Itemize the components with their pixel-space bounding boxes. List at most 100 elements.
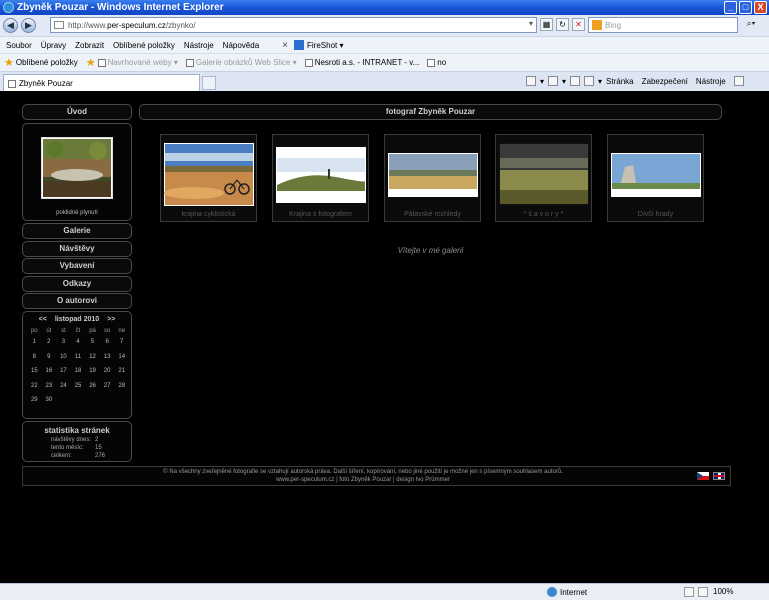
favorite-web-slice[interactable]: Galerie obrázků Web Slice ▾ <box>185 58 297 67</box>
calendar-prev[interactable]: << <box>39 316 47 323</box>
favorites-button[interactable]: Oblíbené položky <box>16 58 78 67</box>
calendar-month: listopad 2010 <box>54 316 100 323</box>
calendar-day[interactable]: 29 <box>27 394 42 409</box>
calendar-day[interactable]: 8 <box>27 351 42 366</box>
calendar-day[interactable]: 4 <box>71 336 86 351</box>
nav-links[interactable]: Odkazy <box>22 276 132 292</box>
nav-about-author[interactable]: O autorovi <box>22 293 132 309</box>
calendar-day[interactable]: 19 <box>85 365 100 380</box>
zoom-level[interactable]: 100% <box>713 587 733 596</box>
tab-favicon-icon <box>8 79 16 88</box>
nav-visits[interactable]: Návštěvy <box>22 241 132 257</box>
calendar-day[interactable]: 18 <box>71 365 86 380</box>
tools-menu[interactable]: Nástroje <box>696 77 726 86</box>
search-icon[interactable]: ⌕▾ <box>742 18 760 32</box>
calendar-day[interactable]: 6 <box>100 336 115 351</box>
menu-help[interactable]: Nápověda <box>223 41 259 50</box>
copyright-text: © Na všechny zveřejněné fotografie se vz… <box>163 469 563 475</box>
zoom-options-icon[interactable] <box>698 587 708 597</box>
ie-logo-icon <box>3 2 14 13</box>
gallery-thumb[interactable]: * š a v o r y * <box>495 134 592 222</box>
calendar-day[interactable]: 1 <box>27 336 42 351</box>
english-flag-icon[interactable] <box>713 472 725 480</box>
zone-label: Internet <box>560 587 588 597</box>
print-icon[interactable] <box>584 76 595 86</box>
page-menu[interactable]: Stránka <box>606 77 634 86</box>
calendar-day[interactable]: 11 <box>71 351 86 366</box>
calendar-day[interactable]: 17 <box>56 365 71 380</box>
calendar-day[interactable]: 26 <box>85 380 100 395</box>
menu-file[interactable]: Soubor <box>6 41 32 50</box>
address-input[interactable]: http://www. per-speculum.cz/zbynko/ ▾ <box>50 17 537 33</box>
calendar-day[interactable]: 5 <box>85 336 100 351</box>
tab-row: Zbyněk Pouzar ▾ ▾ ▾ Stránka Zabezpečení … <box>0 71 769 92</box>
menu-view[interactable]: Zobrazit <box>75 41 104 50</box>
search-placeholder: Bing <box>605 20 622 30</box>
calendar-day[interactable]: 7 <box>114 336 129 351</box>
search-input[interactable]: Bing <box>588 17 738 33</box>
compat-view-icon[interactable]: ▦ <box>540 18 553 31</box>
czech-flag-icon[interactable] <box>697 472 709 480</box>
maximize-button[interactable]: □ <box>739 1 752 14</box>
protected-mode-icon[interactable] <box>684 587 694 597</box>
favorite-label: no <box>437 58 447 67</box>
calendar-day[interactable]: 22 <box>27 380 42 395</box>
calendar-day[interactable]: 15 <box>27 365 42 380</box>
favorite-no[interactable]: no <box>427 58 446 67</box>
gallery-thumb[interactable]: krajina cyklistická <box>160 134 257 222</box>
close-button[interactable]: X <box>754 1 767 14</box>
nav-gallery[interactable]: Galerie <box>22 223 132 239</box>
url-prefix: http://www. <box>68 20 108 30</box>
back-button[interactable]: ◀ <box>3 18 18 33</box>
calendar-day[interactable]: 10 <box>56 351 71 366</box>
menu-tools[interactable]: Nástroje <box>184 41 214 50</box>
stop-icon[interactable]: ✕ <box>572 18 585 31</box>
calendar-day[interactable]: 21 <box>114 365 129 380</box>
tab-zbynek-pouzar[interactable]: Zbyněk Pouzar <box>3 74 200 92</box>
calendar-day[interactable]: 9 <box>42 351 57 366</box>
mail-icon[interactable] <box>570 76 581 86</box>
fireshot-button[interactable]: FireShot ▾ <box>294 40 343 50</box>
forward-button[interactable]: ▶ <box>21 18 36 33</box>
home-icon[interactable] <box>526 76 536 86</box>
minimize-button[interactable]: _ <box>724 1 737 14</box>
calendar-day[interactable]: 20 <box>100 365 115 380</box>
gallery-thumb[interactable]: Dívčí hrady <box>607 134 704 222</box>
calendar-day[interactable]: 3 <box>56 336 71 351</box>
gallery-thumb[interactable]: Krajina s fotografem <box>272 134 369 222</box>
gallery-thumb-label: krajina cyklistická <box>181 211 236 218</box>
menu-favorites[interactable]: Oblíbené položky <box>113 41 175 50</box>
favorites-star-icon[interactable]: ★ <box>4 56 14 69</box>
calendar-day[interactable]: 2 <box>42 336 57 351</box>
favorite-intranet[interactable]: Nesroti a.s. - INTRANET - v... <box>304 58 419 67</box>
refresh-icon[interactable]: ↻ <box>556 18 569 31</box>
bing-icon <box>592 20 602 30</box>
new-tab-button[interactable] <box>202 76 216 90</box>
calendar-day[interactable]: 16 <box>42 365 57 380</box>
nav-home[interactable]: Úvod <box>22 104 132 120</box>
toolbar-close-icon[interactable]: × <box>282 40 288 51</box>
calendar-day[interactable]: 14 <box>114 351 129 366</box>
calendar-next[interactable]: >> <box>107 316 115 323</box>
security-zone[interactable]: Internet <box>547 587 587 597</box>
menu-edit[interactable]: Úpravy <box>41 41 66 50</box>
calendar-day[interactable]: 27 <box>100 380 115 395</box>
feeds-icon[interactable] <box>548 76 559 86</box>
add-favorite-icon[interactable]: ★ <box>86 56 96 69</box>
calendar-day-name: so <box>103 328 111 334</box>
calendar-day[interactable]: 13 <box>100 351 115 366</box>
help-icon[interactable] <box>733 76 744 86</box>
favorite-suggested-sites[interactable]: Navrhované weby ▾ <box>97 58 178 67</box>
nav-equipment[interactable]: Vybavení <box>22 258 132 274</box>
calendar-day[interactable]: 24 <box>56 380 71 395</box>
calendar-day[interactable]: 12 <box>85 351 100 366</box>
safety-menu[interactable]: Zabezpečení <box>642 77 688 86</box>
calendar-header: << listopad 2010 >> <box>23 316 131 323</box>
featured-photo[interactable] <box>41 137 113 199</box>
calendar-day[interactable]: 28 <box>114 380 129 395</box>
calendar-day[interactable]: 25 <box>71 380 86 395</box>
calendar-day[interactable]: 30 <box>42 394 57 409</box>
gallery-thumb[interactable]: Pálavské rozhledy <box>384 134 481 222</box>
address-dropdown-icon[interactable]: ▾ <box>529 19 533 28</box>
calendar-day[interactable]: 23 <box>42 380 57 395</box>
